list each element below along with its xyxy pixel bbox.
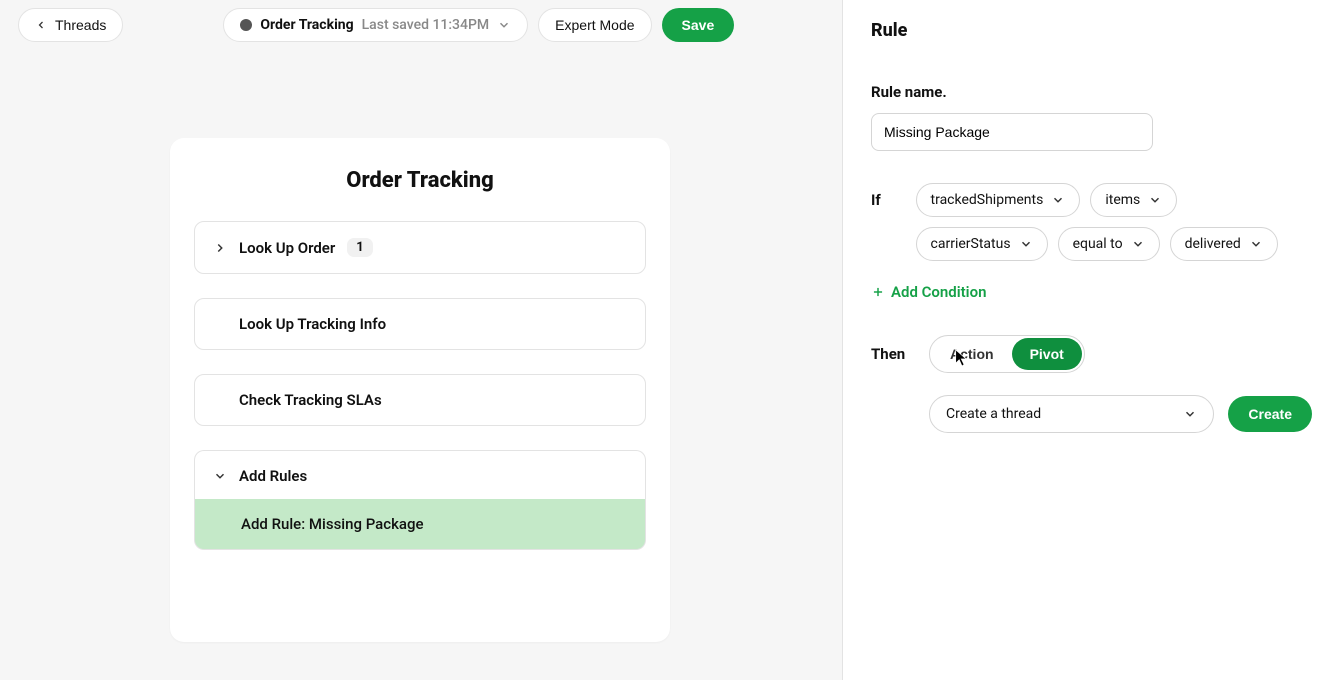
chevron-left-icon: [35, 19, 47, 31]
plus-icon: [871, 285, 885, 299]
rule-name-input[interactable]: [871, 113, 1153, 151]
step-look-up-order[interactable]: Look Up Order 1: [194, 221, 646, 274]
chip-items[interactable]: items: [1090, 183, 1177, 217]
chip-label: carrierStatus: [931, 236, 1011, 252]
step-label: Look Up Order: [239, 239, 335, 257]
then-action-row: Create a thread Create: [929, 395, 1312, 433]
chip-label: delivered: [1185, 236, 1241, 252]
threads-button[interactable]: Threads: [18, 8, 123, 42]
chevron-down-icon: [213, 469, 227, 483]
context-title: Order Tracking: [260, 17, 353, 33]
step-label: Check Tracking SLAs: [239, 391, 382, 409]
chevron-down-icon: [497, 18, 511, 32]
rule-name-label: Rule name.: [871, 83, 1312, 101]
step-label: Look Up Tracking Info: [239, 315, 386, 333]
chevron-down-icon: [1249, 237, 1263, 251]
chip-label: items: [1105, 192, 1140, 208]
chevron-down-icon: [1051, 193, 1065, 207]
condition-chips: trackedShipments items carrierStatus equ…: [916, 183, 1312, 261]
add-condition-label: Add Condition: [891, 283, 986, 301]
toggle-pivot[interactable]: Pivot: [1012, 338, 1082, 370]
step-add-rules[interactable]: Add Rules: [194, 450, 646, 499]
expert-mode-label: Expert Mode: [555, 17, 634, 33]
panel-heading: Rule: [871, 20, 1312, 41]
chevron-down-icon: [1183, 407, 1197, 421]
chevron-down-icon: [1148, 193, 1162, 207]
action-pivot-toggle: Action Pivot: [929, 335, 1085, 373]
context-pill[interactable]: Order Tracking Last saved 11:34PM: [223, 8, 528, 42]
rule-panel: Rule Rule name. If trackedShipments item…: [842, 0, 1332, 680]
chip-equal-to[interactable]: equal to: [1058, 227, 1160, 261]
chip-label: equal to: [1073, 236, 1123, 252]
step-check-slas[interactable]: Check Tracking SLAs: [194, 374, 646, 426]
chevron-down-icon: [1019, 237, 1033, 251]
then-select-value: Create a thread: [946, 406, 1041, 422]
then-row: Then Action Pivot: [871, 335, 1312, 373]
chip-label: trackedShipments: [931, 192, 1044, 208]
if-label: If: [871, 183, 894, 209]
topbar: Threads Order Tracking Last saved 11:34P…: [18, 8, 824, 42]
workflow-title: Order Tracking: [194, 168, 646, 193]
expert-mode-button[interactable]: Expert Mode: [538, 8, 651, 42]
threads-label: Threads: [55, 17, 106, 33]
save-button[interactable]: Save: [662, 8, 735, 42]
toggle-action[interactable]: Action: [932, 338, 1012, 370]
rule-item-missing-package[interactable]: Add Rule: Missing Package: [194, 499, 646, 550]
chevron-down-icon: [1131, 237, 1145, 251]
if-row: If trackedShipments items carrierStatus …: [871, 183, 1312, 261]
status-dot: [240, 19, 252, 31]
chip-trackedshipments[interactable]: trackedShipments: [916, 183, 1081, 217]
chevron-right-icon: [213, 241, 227, 255]
step-look-up-tracking[interactable]: Look Up Tracking Info: [194, 298, 646, 350]
add-condition-button[interactable]: Add Condition: [871, 283, 986, 301]
step-label: Add Rules: [239, 467, 307, 485]
then-select[interactable]: Create a thread: [929, 395, 1214, 433]
then-label: Then: [871, 345, 907, 363]
chip-carrierstatus[interactable]: carrierStatus: [916, 227, 1048, 261]
create-button[interactable]: Create: [1228, 396, 1312, 432]
workflow-card: Order Tracking Look Up Order 1 Look Up T…: [170, 138, 670, 642]
last-saved: Last saved 11:34PM: [362, 17, 490, 33]
chip-delivered[interactable]: delivered: [1170, 227, 1278, 261]
step-badge: 1: [347, 238, 372, 257]
